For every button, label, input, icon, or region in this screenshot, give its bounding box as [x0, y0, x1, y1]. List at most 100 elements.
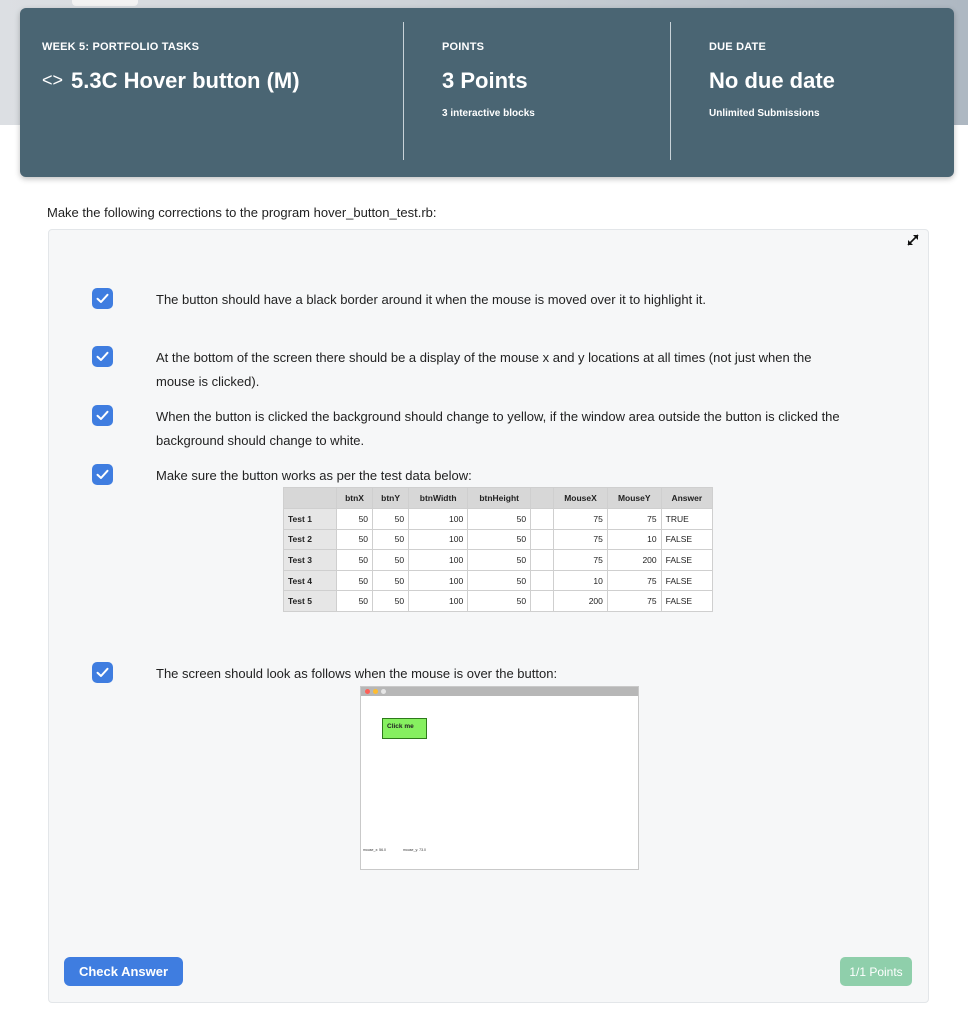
- table-cell: 50: [372, 590, 410, 612]
- table-row: Test 1 50 50 100 50 75 75 TRUE: [283, 508, 714, 530]
- table-cell: 50: [372, 549, 410, 571]
- table-cell: 50: [372, 508, 410, 530]
- table-row: Test 3 50 50 100 50 75 200 FALSE: [283, 549, 714, 571]
- preview-mouse-y: mouse_y: 73.0: [403, 848, 426, 852]
- table-cell: 50: [335, 528, 374, 551]
- close-dot-icon: [365, 689, 370, 694]
- table-cell: 75: [606, 569, 662, 592]
- divider: [670, 22, 671, 160]
- table-cell: 75: [553, 549, 608, 571]
- table-row-label: Test 3: [283, 549, 337, 571]
- table-row: Test 5 50 50 100 50 200 75 FALSE: [283, 590, 714, 612]
- check-icon: [96, 351, 109, 361]
- table-cell: FALSE: [660, 528, 714, 551]
- checklist-item-text: Make sure the button works as per the te…: [156, 468, 472, 483]
- checklist-item-text: The button should have a black border ar…: [156, 292, 706, 307]
- checkbox-checked[interactable]: [92, 464, 113, 485]
- checklist-item-text: The screen should look as follows when t…: [156, 666, 558, 681]
- table-header-cell: MouseY: [606, 487, 662, 509]
- points-value: 3 Points: [442, 68, 528, 93]
- zoom-dot-icon: [381, 689, 386, 694]
- check-icon: [96, 410, 109, 420]
- table-cell: 100: [408, 590, 469, 612]
- due-sub: Unlimited Submissions: [709, 108, 820, 119]
- preview-mouse-x: mouse_x: 56.0: [363, 848, 386, 852]
- table-header-cell: btnX: [335, 487, 374, 509]
- checklist-item-text: At the bottom of the screen there should…: [156, 350, 812, 389]
- table-header-cell: btnWidth: [408, 487, 469, 509]
- table-cell: 50: [335, 569, 374, 592]
- table-header-row: btnX btnY btnWidth btnHeight MouseX Mous…: [283, 487, 714, 509]
- code-icon: <>: [42, 70, 64, 90]
- task-banner: WEEK 5: PORTFOLIO TASKS <> 5.3C Hover but…: [20, 8, 954, 177]
- table-cell: FALSE: [660, 590, 714, 612]
- checkbox-checked[interactable]: [92, 662, 113, 683]
- table-cell: 50: [467, 569, 532, 592]
- task-title: 5.3C Hover button (M): [71, 68, 300, 93]
- table-row: Test 4 50 50 100 50 10 75 FALSE: [283, 569, 714, 592]
- checkbox-checked[interactable]: [92, 346, 113, 367]
- table-cell: 100: [408, 569, 469, 592]
- check-answer-button[interactable]: Check Answer: [64, 957, 183, 986]
- check-icon: [96, 293, 109, 303]
- table-header-cell: Answer: [660, 487, 714, 509]
- table-cell: 75: [553, 528, 608, 551]
- table-cell: 75: [606, 590, 662, 612]
- table-cell: [530, 549, 555, 571]
- checkbox-checked[interactable]: [92, 288, 113, 309]
- table-cell: 50: [335, 508, 374, 530]
- window-titlebar: [361, 687, 638, 696]
- preview-click-me-button: Click me: [382, 718, 427, 739]
- table-cell: 200: [553, 590, 608, 612]
- app-preview-image: Click me mouse_x: 56.0 mouse_y: 73.0: [360, 686, 639, 870]
- check-icon: [96, 667, 109, 677]
- table-header-cell: [283, 487, 337, 509]
- table-cell: [530, 590, 555, 612]
- top-tab: [72, 0, 138, 6]
- table-row-label: Test 1: [283, 508, 337, 530]
- intro-text: Make the following corrections to the pr…: [47, 205, 437, 220]
- table-cell: 100: [408, 508, 469, 530]
- table-cell: 75: [553, 508, 608, 530]
- table-row: Test 2 50 50 100 50 75 10 FALSE: [283, 528, 714, 551]
- table-cell: 10: [553, 569, 608, 592]
- week-label: WEEK 5: PORTFOLIO TASKS: [42, 41, 200, 53]
- check-icon: [96, 469, 109, 479]
- table-cell: 75: [606, 508, 662, 530]
- points-sub: 3 interactive blocks: [442, 108, 535, 119]
- table-cell: [530, 569, 555, 592]
- table-cell: 50: [335, 590, 374, 612]
- due-value: No due date: [709, 68, 835, 93]
- task-title-row: <> 5.3C Hover button (M): [42, 68, 300, 94]
- table-row-label: Test 4: [283, 569, 337, 592]
- points-label: POINTS: [442, 41, 485, 53]
- table-cell: 50: [467, 528, 532, 551]
- table-header-cell: [530, 487, 555, 509]
- score-badge: 1/1 Points: [840, 957, 912, 986]
- test-data-table: btnX btnY btnWidth btnHeight MouseX Mous…: [283, 487, 714, 612]
- table-header-cell: MouseX: [553, 487, 608, 509]
- table-row-label: Test 2: [283, 528, 337, 551]
- table-cell: 100: [408, 528, 469, 551]
- table-cell: 50: [467, 508, 532, 530]
- table-cell: 50: [467, 590, 532, 612]
- checklist-item-text: When the button is clicked the backgroun…: [156, 409, 840, 448]
- table-cell: 50: [335, 549, 374, 571]
- table-cell: 50: [372, 569, 410, 592]
- table-header-cell: btnHeight: [467, 487, 532, 509]
- checkbox-checked[interactable]: [92, 405, 113, 426]
- divider: [403, 22, 404, 160]
- table-row-label: Test 5: [283, 590, 337, 612]
- table-cell: TRUE: [660, 508, 714, 530]
- table-cell: FALSE: [660, 569, 714, 592]
- table-cell: 10: [606, 528, 662, 551]
- table-cell: 50: [467, 549, 532, 571]
- table-cell: 100: [408, 549, 469, 571]
- minimize-dot-icon: [373, 689, 378, 694]
- table-cell: [530, 528, 555, 551]
- due-label: DUE DATE: [709, 41, 767, 53]
- table-cell: 50: [372, 528, 410, 551]
- table-cell: [530, 508, 555, 530]
- table-header-cell: btnY: [372, 487, 410, 509]
- expand-icon[interactable]: [905, 232, 921, 248]
